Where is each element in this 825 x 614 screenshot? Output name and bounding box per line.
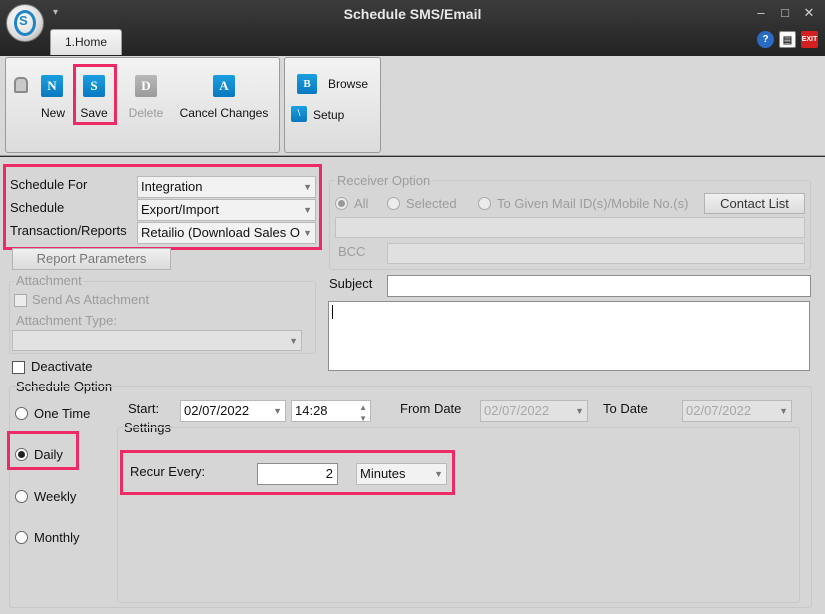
recipients-input[interactable]	[335, 217, 805, 238]
start-date-picker[interactable]: 02/07/2022 ▼	[180, 400, 286, 422]
delete-icon: D	[135, 75, 157, 97]
weekly-label: Weekly	[34, 489, 77, 504]
help-icon[interactable]: ?	[757, 31, 774, 48]
setup-button[interactable]: \ Setup	[290, 105, 370, 127]
cancel-changes-button[interactable]: A Cancel Changes	[177, 73, 271, 121]
schedule-for-label: Schedule For	[10, 177, 88, 192]
maximize-button[interactable]: □	[774, 3, 796, 23]
chevron-down-icon: ▼	[303, 205, 312, 215]
monthly-label: Monthly	[34, 530, 80, 545]
from-date-value: 02/07/2022	[484, 403, 550, 418]
chevron-down-icon: ▼	[779, 406, 788, 416]
schedule-select[interactable]: Export/Import ▼	[137, 199, 316, 221]
subject-input[interactable]	[387, 275, 811, 297]
receiver-selected-radio[interactable]	[387, 197, 400, 210]
to-date-picker[interactable]: 02/07/2022 ▼	[682, 400, 792, 422]
save-icon: S	[83, 75, 105, 97]
chevron-down-icon: ▼	[434, 469, 443, 479]
weekly-radio[interactable]	[15, 490, 28, 503]
monthly-radio[interactable]	[15, 531, 28, 544]
save-button[interactable]: S Save	[78, 73, 110, 121]
cancel-changes-label: Cancel Changes	[179, 106, 269, 120]
transaction-reports-label: Transaction/Reports	[10, 223, 127, 238]
one-time-label: One Time	[34, 406, 91, 421]
delete-label: Delete	[128, 106, 164, 120]
recur-every-label: Recur Every:	[130, 464, 206, 479]
deactivate-label: Deactivate	[31, 359, 93, 374]
transaction-reports-value: Retailio (Download Sales O	[141, 225, 300, 240]
start-time-value: 14:28	[295, 403, 328, 418]
start-time-spinner[interactable]: 14:28 ▲ ▼	[291, 400, 371, 422]
from-date-picker[interactable]: 02/07/2022 ▼	[480, 400, 588, 422]
bcc-label: BCC	[338, 244, 366, 259]
exit-icon[interactable]: EXIT	[801, 31, 818, 48]
chevron-down-icon: ▼	[303, 182, 312, 192]
send-as-attachment-label: Send As Attachment	[32, 292, 150, 307]
attachment-group-label: Attachment	[14, 273, 84, 288]
minimize-button[interactable]: –	[750, 3, 772, 23]
save-label: Save	[80, 106, 108, 120]
receiver-selected-label: Selected	[406, 196, 457, 211]
browse-button[interactable]: B Browse	[296, 73, 376, 97]
ribbon	[0, 56, 825, 156]
setup-icon: \	[291, 106, 307, 122]
one-time-radio[interactable]	[15, 407, 28, 420]
document-icon[interactable]: ▤	[779, 31, 796, 48]
tab-home[interactable]: 1.Home	[50, 29, 122, 55]
daily-radio[interactable]	[15, 448, 28, 461]
transaction-reports-select[interactable]: Retailio (Download Sales O ▼	[137, 222, 316, 244]
cancel-changes-icon: A	[213, 75, 235, 97]
setup-label: Setup	[313, 108, 345, 122]
to-date-value: 02/07/2022	[686, 403, 752, 418]
from-date-label: From Date	[400, 401, 462, 416]
subject-label: Subject	[329, 276, 373, 291]
daily-label: Daily	[34, 447, 63, 462]
browse-icon: B	[297, 74, 317, 94]
browse-label: Browse	[328, 77, 369, 91]
chevron-down-icon: ▼	[289, 336, 298, 346]
receiver-option-label: Receiver Option	[335, 173, 433, 188]
send-as-attachment-checkbox[interactable]	[14, 294, 27, 307]
start-label: Start:	[128, 401, 160, 416]
deactivate-checkbox[interactable]	[12, 361, 25, 374]
schedule-for-select[interactable]: Integration ▼	[137, 176, 316, 198]
receiver-given-ids-radio[interactable]	[478, 197, 491, 210]
message-body-input[interactable]	[328, 301, 810, 371]
new-button[interactable]: N New	[38, 73, 68, 121]
recur-unit-value: Minutes	[360, 466, 406, 481]
to-date-label: To Date	[603, 401, 648, 416]
new-label: New	[40, 106, 65, 120]
receiver-all-radio[interactable]	[335, 197, 348, 210]
chevron-down-icon: ▼	[273, 406, 282, 416]
recur-unit-select[interactable]: Minutes ▼	[356, 463, 447, 485]
text-cursor	[332, 305, 333, 319]
contact-list-button[interactable]: Contact List	[704, 193, 805, 214]
close-button[interactable]: ✕	[798, 3, 820, 23]
receiver-given-ids-label: To Given Mail ID(s)/Mobile No.(s)	[497, 196, 689, 211]
window-title: Schedule SMS/Email	[343, 6, 482, 22]
schedule-for-value: Integration	[141, 179, 203, 194]
receiver-all-label: All	[354, 196, 369, 211]
attachment-type-select[interactable]: ▼	[12, 330, 302, 351]
attachment-type-label: Attachment Type:	[16, 313, 117, 328]
schedule-label: Schedule	[10, 200, 65, 215]
chevron-down-icon: ▼	[303, 228, 312, 238]
chevron-down-icon: ▼	[575, 406, 584, 416]
schedule-value: Export/Import	[141, 202, 220, 217]
bcc-input[interactable]	[387, 243, 805, 264]
delete-button[interactable]: D Delete	[128, 73, 164, 121]
title-bar: S ▾ Schedule SMS/Email – □ ✕ 1.Home ? ▤ …	[0, 0, 825, 56]
recur-every-input[interactable]: 2	[257, 463, 338, 485]
report-parameters-button[interactable]: Report Parameters	[12, 248, 171, 270]
new-icon: N	[41, 75, 63, 97]
start-date-value: 02/07/2022	[184, 403, 250, 418]
spinner-down-icon[interactable]: ▼	[359, 409, 367, 421]
lock-icon	[14, 77, 28, 93]
